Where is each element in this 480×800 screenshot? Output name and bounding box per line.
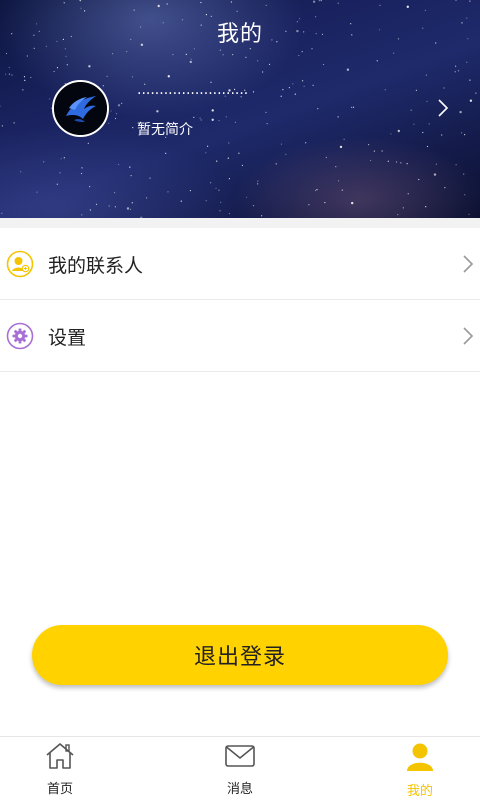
tab-messages[interactable]: 消息 xyxy=(180,737,300,800)
menu-item-settings[interactable]: 设置 xyxy=(0,300,480,372)
tab-label: 首页 xyxy=(46,782,73,797)
tab-home[interactable]: 首页 xyxy=(0,737,120,800)
tab-label: 我的 xyxy=(406,784,433,799)
contact-icon xyxy=(6,250,34,278)
chevron-right-icon[interactable] xyxy=(436,98,450,118)
tab-profile[interactable]: 我的 xyxy=(360,737,480,800)
home-icon xyxy=(46,743,74,769)
tab-label: 消息 xyxy=(226,782,253,797)
nickname[interactable]: ························· xyxy=(137,86,248,102)
user-icon xyxy=(407,743,433,771)
section-divider xyxy=(0,218,480,228)
avatar-logo-icon xyxy=(54,82,107,135)
logout-button[interactable]: 退出登录 xyxy=(32,625,448,685)
profile-header: 我的 ························· 暂无简介 xyxy=(0,0,480,218)
bottom-tab-bar: 首页 消息 我的 xyxy=(0,736,480,800)
avatar[interactable] xyxy=(52,80,109,137)
mail-icon xyxy=(225,745,255,767)
settings-gear-icon xyxy=(6,322,34,350)
bio-text: 暂无简介 xyxy=(137,122,193,138)
page-title: 我的 xyxy=(216,22,263,47)
menu-item-label: 设置 xyxy=(48,327,87,349)
menu-item-label: 我的联系人 xyxy=(48,255,144,277)
chevron-right-icon xyxy=(463,327,474,345)
chevron-right-icon xyxy=(463,255,474,273)
menu-item-contacts[interactable]: 我的联系人 xyxy=(0,228,480,300)
